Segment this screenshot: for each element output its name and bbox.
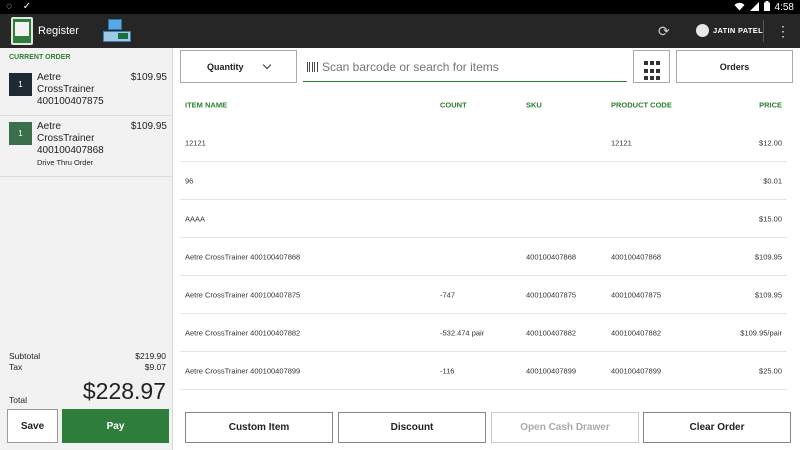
- order-item[interactable]: 1 Aetre CrossTrainer 400100407875 $109.9…: [0, 68, 172, 116]
- total-label: Total: [9, 395, 27, 405]
- user-avatar-icon: [696, 24, 709, 37]
- overflow-menu-icon[interactable]: ⋮: [776, 23, 790, 40]
- app-title: Register: [38, 25, 79, 37]
- quantity-badge: 1: [9, 122, 32, 145]
- tax-label: Tax: [9, 362, 23, 372]
- cell-price: $15.00: [759, 214, 782, 223]
- battery-icon: [763, 1, 770, 14]
- status-bar: ◌ ✓ 4:58: [0, 0, 800, 14]
- order-item-price: $109.95: [130, 121, 167, 132]
- quantity-dropdown-label: Quantity: [207, 61, 244, 72]
- cell-item-name: Aetre CrossTrainer 400100407875: [185, 290, 301, 299]
- cell-price: $109.95/pair: [740, 328, 782, 337]
- current-order-title: CURRENT ORDER: [9, 54, 71, 61]
- order-item[interactable]: 1 Aetre CrossTrainer 400100407868 $109.9…: [0, 117, 172, 177]
- table-row[interactable]: Aetre CrossTrainer 400100407899 -116 40010…: [180, 352, 787, 390]
- tax-value: $9.07: [144, 362, 166, 372]
- cell-sku: 400100407899: [526, 366, 577, 375]
- signal-icon: [749, 1, 759, 14]
- table-row[interactable]: AAAA $15.00: [180, 200, 787, 238]
- appbar-divider: [763, 20, 764, 42]
- cell-price: $25.00: [759, 366, 782, 375]
- order-item-name: Aetre CrossTrainer 400100407875: [37, 72, 104, 107]
- wifi-icon: [734, 2, 745, 14]
- table-header: ITEM NAME COUNT SKU PRODUCT CODE PRICE: [180, 88, 787, 122]
- cell-sku: 400100407882: [526, 328, 577, 337]
- table-row[interactable]: Aetre CrossTrainer 400100407868 400100407…: [180, 238, 787, 276]
- cell-price: $0.01: [763, 176, 782, 185]
- header-item-name[interactable]: ITEM NAME: [185, 101, 227, 110]
- current-order-panel: CURRENT ORDER 1 Aetre CrossTrainer 40010…: [0, 48, 173, 450]
- cell-product-code: 400100407899: [611, 366, 662, 375]
- table-row[interactable]: Aetre CrossTrainer 400100407882 -532.474 …: [180, 314, 787, 352]
- cell-item-name: 96: [185, 176, 194, 185]
- cell-item-name: 12121: [185, 138, 206, 147]
- save-button[interactable]: Save: [7, 409, 58, 443]
- order-item-name: Aetre CrossTrainer 400100407868: [37, 121, 104, 156]
- clock: 4:58: [774, 2, 794, 13]
- table-row[interactable]: Aetre CrossTrainer 400100407875 -747 40010…: [180, 276, 787, 314]
- open-cash-drawer-button[interactable]: Open Cash Drawer: [491, 412, 639, 443]
- user-menu[interactable]: JATIN PATEL: [696, 24, 763, 37]
- app-logo-icon[interactable]: [11, 17, 33, 45]
- discount-button[interactable]: Discount: [338, 412, 486, 443]
- total-value: $228.97: [82, 378, 166, 404]
- header-price[interactable]: PRICE: [759, 101, 782, 110]
- status-icons-right: 4:58: [734, 1, 794, 14]
- cell-item-name: Aetre CrossTrainer 400100407882: [185, 328, 301, 337]
- cell-price: $109.95: [754, 252, 782, 261]
- subtotal-label: Subtotal: [9, 351, 41, 361]
- sync-icon[interactable]: ⟳: [658, 23, 670, 40]
- cell-item-name: Aetre CrossTrainer 400100407899: [185, 366, 301, 375]
- chevron-down-icon: [262, 60, 271, 69]
- grid-view-button[interactable]: [633, 50, 670, 83]
- cell-product-code: 400100407882: [611, 328, 662, 337]
- order-item-note: Drive Thru Order: [37, 158, 94, 167]
- cell-sku: 400100407868: [526, 252, 577, 261]
- quantity-dropdown[interactable]: Quantity: [180, 50, 297, 83]
- cash-register-icon[interactable]: [102, 18, 132, 44]
- user-name: JATIN PATEL: [713, 26, 763, 35]
- cell-count: -532.474 pair: [440, 328, 485, 337]
- clear-order-button[interactable]: Clear Order: [643, 412, 791, 443]
- cell-item-name: Aetre CrossTrainer 400100407868: [185, 252, 301, 261]
- search-input[interactable]: [322, 59, 612, 74]
- cell-product-code: 400100407875: [611, 290, 662, 299]
- cell-price: $109.95: [754, 290, 782, 299]
- status-icons-left: ◌ ✓: [6, 1, 36, 12]
- cell-product-code: 400100407868: [611, 252, 662, 261]
- order-item-price: $109.95: [130, 72, 167, 83]
- header-product-code[interactable]: PRODUCT CODE: [611, 101, 672, 110]
- cell-item-name: AAAA: [185, 214, 206, 223]
- grid-icon: [644, 61, 648, 65]
- barcode-icon: [307, 61, 319, 72]
- subtotal-value: $219.90: [135, 351, 166, 361]
- orders-button[interactable]: Orders: [676, 50, 793, 83]
- action-bar: Custom Item Discount Open Cash Drawer Cl…: [176, 406, 800, 450]
- items-table: ITEM NAME COUNT SKU PRODUCT CODE PRICE 1…: [180, 88, 787, 410]
- cell-count: -116: [440, 366, 455, 375]
- cell-product-code: 12121: [611, 138, 632, 147]
- quantity-badge: 1: [9, 73, 32, 96]
- pay-button[interactable]: Pay: [62, 409, 169, 443]
- header-count[interactable]: COUNT: [440, 101, 467, 110]
- cell-count: -747: [440, 290, 456, 299]
- cell-price: $12.00: [759, 138, 782, 147]
- app-bar: Register ⟳ JATIN PATEL ⋮: [0, 14, 800, 48]
- table-row[interactable]: 12121 12121 $12.00: [180, 124, 787, 162]
- custom-item-button[interactable]: Custom Item: [185, 412, 333, 443]
- search-bar[interactable]: [303, 52, 627, 82]
- table-row[interactable]: 96 $0.01: [180, 162, 787, 200]
- cell-sku: 400100407875: [526, 290, 577, 299]
- header-sku[interactable]: SKU: [526, 101, 542, 110]
